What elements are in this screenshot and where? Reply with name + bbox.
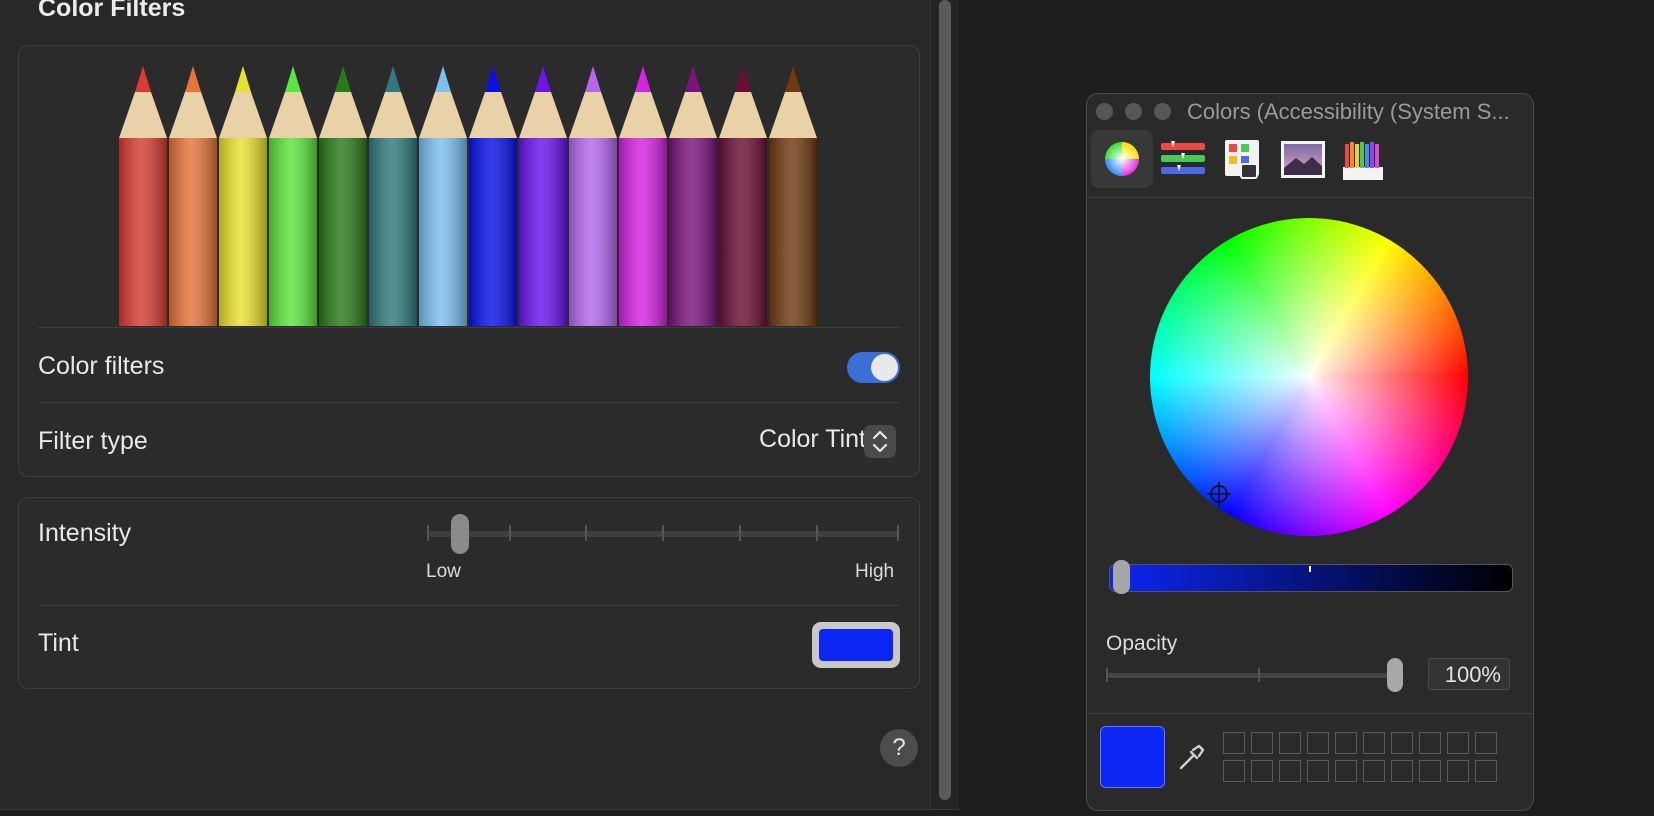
palette-swatch[interactable] bbox=[1447, 732, 1469, 754]
palette-swatch[interactable] bbox=[1279, 760, 1301, 782]
crosshair-icon bbox=[1207, 482, 1231, 506]
minimize-button[interactable] bbox=[1125, 103, 1142, 120]
opacity-slider-track[interactable] bbox=[1107, 673, 1399, 678]
slider-tick bbox=[1106, 668, 1108, 682]
pencil bbox=[669, 66, 717, 326]
opacity-slider-thumb[interactable] bbox=[1387, 658, 1403, 692]
palette-swatch[interactable] bbox=[1223, 760, 1245, 782]
slider-tick bbox=[739, 525, 741, 541]
pencil bbox=[119, 66, 167, 326]
scrollbar-thumb[interactable] bbox=[939, 0, 951, 800]
intensity-high-label: High bbox=[855, 561, 895, 582]
color-wheel-icon[interactable] bbox=[1091, 130, 1153, 188]
slider-tick bbox=[585, 525, 587, 541]
filter-type-popup[interactable]: Color Tint bbox=[759, 425, 866, 454]
pencils-illustration bbox=[119, 66, 817, 326]
slider-tick bbox=[897, 525, 899, 541]
palette-swatch[interactable] bbox=[1447, 760, 1469, 782]
pencil bbox=[519, 66, 567, 326]
pencil bbox=[269, 66, 317, 326]
color-wheel[interactable] bbox=[1150, 218, 1468, 536]
palette-swatch[interactable] bbox=[1419, 760, 1441, 782]
palette-swatch[interactable] bbox=[1251, 760, 1273, 782]
palette-swatch[interactable] bbox=[1475, 732, 1497, 754]
tint-swatch bbox=[819, 629, 893, 661]
image-palette-icon[interactable] bbox=[1271, 130, 1333, 188]
palette-swatch[interactable] bbox=[1251, 732, 1273, 754]
palette-swatch[interactable] bbox=[1391, 732, 1413, 754]
pencil bbox=[319, 66, 367, 326]
slider-marker bbox=[1309, 566, 1311, 572]
slider-tick bbox=[1258, 668, 1260, 682]
palette-swatch[interactable] bbox=[1307, 760, 1329, 782]
tint-label: Tint bbox=[38, 629, 79, 657]
opacity-label: Opacity bbox=[1106, 632, 1178, 655]
palette-swatch[interactable] bbox=[1363, 760, 1385, 782]
palette-swatch[interactable] bbox=[1335, 732, 1357, 754]
palette-swatch[interactable] bbox=[1307, 732, 1329, 754]
eyedropper-icon[interactable] bbox=[1175, 740, 1209, 774]
palette-swatch[interactable] bbox=[1335, 760, 1357, 782]
tint-color-well[interactable] bbox=[812, 622, 900, 668]
pencil bbox=[619, 66, 667, 326]
section-title: Color Filters bbox=[38, 0, 186, 22]
color-filters-label: Color filters bbox=[38, 352, 165, 380]
intensity-label: Intensity bbox=[38, 519, 132, 547]
sliders-icon[interactable] bbox=[1151, 130, 1213, 188]
intensity-low-label: Low bbox=[426, 561, 461, 582]
settings-window: Color Filters Color filters Filter type … bbox=[0, 0, 959, 810]
palette-swatch[interactable] bbox=[1223, 732, 1245, 754]
brightness-slider-thumb[interactable] bbox=[1113, 560, 1130, 594]
pencils-icon[interactable] bbox=[1331, 130, 1393, 188]
palette-swatch[interactable] bbox=[1419, 732, 1441, 754]
pencil bbox=[369, 66, 417, 326]
pencil bbox=[469, 66, 517, 326]
pencil bbox=[219, 66, 267, 326]
toolbar-separator bbox=[1087, 197, 1533, 198]
current-color-swatch[interactable] bbox=[1100, 726, 1165, 788]
pencil bbox=[769, 66, 817, 326]
divider bbox=[38, 402, 900, 403]
chevron-up-down-icon[interactable] bbox=[864, 425, 896, 458]
divider bbox=[38, 605, 900, 606]
slider-tick bbox=[427, 525, 429, 541]
bottom-separator bbox=[1087, 713, 1533, 714]
brightness-slider[interactable] bbox=[1109, 564, 1513, 592]
slider-tick bbox=[816, 525, 818, 541]
palette-swatch[interactable] bbox=[1279, 732, 1301, 754]
intensity-slider-thumb[interactable] bbox=[451, 514, 470, 554]
zoom-button[interactable] bbox=[1154, 103, 1171, 120]
slider-tick bbox=[662, 525, 664, 541]
filter-type-label: Filter type bbox=[38, 427, 148, 455]
scrollbar[interactable] bbox=[930, 0, 959, 809]
palette-swatch[interactable] bbox=[1475, 760, 1497, 782]
palettes-icon[interactable] bbox=[1211, 130, 1273, 188]
pencil bbox=[719, 66, 767, 326]
pencil bbox=[169, 66, 217, 326]
colors-panel: Colors (Accessibility (System S... Opaci… bbox=[1086, 93, 1534, 811]
colors-panel-title: Colors (Accessibility (System S... bbox=[1187, 99, 1510, 124]
toggle-knob bbox=[871, 354, 898, 381]
color-filters-toggle[interactable] bbox=[847, 352, 900, 383]
pencil bbox=[569, 66, 617, 326]
slider-tick bbox=[509, 525, 511, 541]
close-button[interactable] bbox=[1096, 103, 1113, 120]
opacity-field[interactable]: 100% bbox=[1428, 658, 1510, 690]
palette-swatch[interactable] bbox=[1363, 732, 1385, 754]
divider bbox=[38, 327, 900, 328]
pencil bbox=[419, 66, 467, 326]
palette-swatch[interactable] bbox=[1391, 760, 1413, 782]
help-button[interactable]: ? bbox=[880, 729, 918, 767]
